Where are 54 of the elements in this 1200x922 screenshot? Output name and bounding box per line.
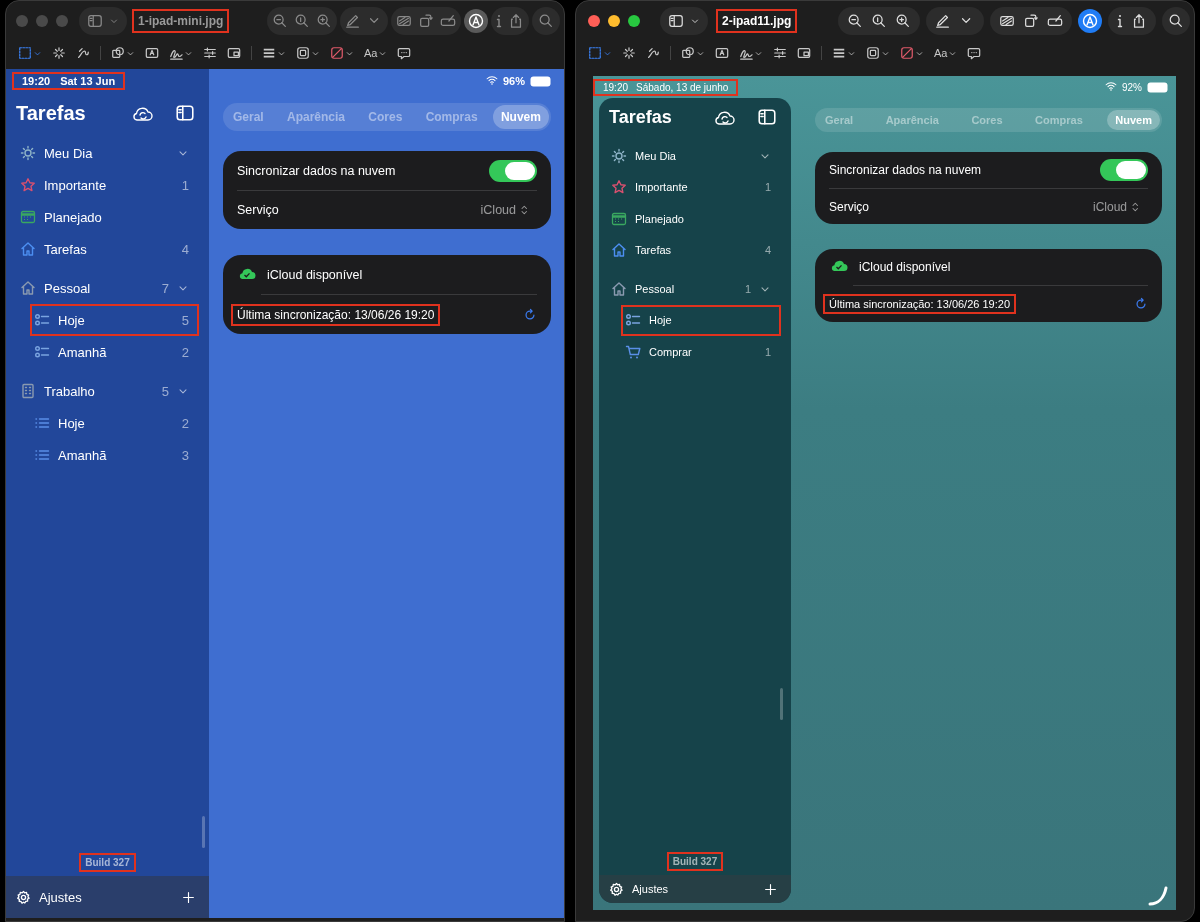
item-count: 4 [181,241,189,257]
sidebar-title: Tarefas [609,106,672,128]
last-sync-text: Última sincronização: 13/06/26 19:20 [823,294,1016,314]
sidebar-item[interactable]: Trabalho 5 [16,375,199,407]
setting-label: Sincronizar dados na nuvem [829,163,982,177]
sidebar-item[interactable]: Amanhã 2 [30,336,199,368]
item-count: 2 [181,344,189,360]
sidebar-item[interactable]: Meu Dia [16,137,199,169]
item-count: 5 [161,383,169,399]
status-time: 19:20 [22,75,51,87]
status-time: 19:20 [603,81,629,93]
build-number: Build 327 [79,853,136,872]
sidebar-title: Tarefas [16,101,86,125]
sidebar-item[interactable]: Meu Dia [607,140,781,172]
item-count: 1 [181,177,189,193]
sidebar-item[interactable]: Tarefas 4 [16,233,199,265]
sidebar-item[interactable]: Planejado [16,201,199,233]
item-count: 4 [764,244,771,257]
item-count: 5 [181,312,189,328]
sidebar-item[interactable]: Hoje 2 [30,407,199,439]
setting-label: Serviço [829,199,869,214]
sidebar-item[interactable]: Tarefas 4 [607,234,781,266]
sidebar-item[interactable]: Pessoal 1 [607,273,781,305]
sidebar-item[interactable]: Planejado [607,203,781,235]
item-count: 2 [181,415,189,431]
battery-level: 92% [1122,81,1142,93]
build-number: Build 327 [666,852,724,871]
status-title: iCloud disponível [267,267,363,282]
settings-button[interactable]: Ajustes [6,876,209,918]
font-button[interactable]: Aa [934,47,958,59]
settings-button[interactable]: Ajustes [599,875,791,903]
item-count: 1 [744,282,751,295]
sidebar-item[interactable]: Amanhã 3 [30,439,199,471]
sidebar-item[interactable]: Hoje [621,304,781,336]
item-count: 3 [181,447,189,463]
status-title: iCloud disponível [859,260,951,274]
status-date: Sat 13 Jun [60,75,116,87]
service-picker[interactable]: iCloud [1086,198,1148,215]
file-name: 2-ipad11.jpg [716,9,798,33]
sidebar-item[interactable]: Hoje 5 [30,304,199,336]
battery-level: 96% [502,75,525,87]
item-count: 1 [764,181,771,194]
setting-label: Sincronizar dados na nuvem [237,163,396,178]
sidebar-item[interactable]: Importante 1 [16,169,199,201]
status-date: Sábado, 13 de junho [636,81,729,93]
sidebar-item[interactable]: Pessoal 7 [16,272,199,304]
setting-label: Serviço [237,203,279,217]
service-picker[interactable]: iCloud [474,202,537,218]
last-sync-text: Última sincronização: 13/06/26 19:20 [231,303,441,326]
file-name: 1-ipad-mini.jpg [132,9,230,33]
sidebar-item[interactable]: Comprar 1 [621,336,781,368]
item-count: 7 [161,280,169,296]
item-count: 1 [764,345,771,358]
sidebar-item[interactable]: Importante 1 [607,171,781,203]
